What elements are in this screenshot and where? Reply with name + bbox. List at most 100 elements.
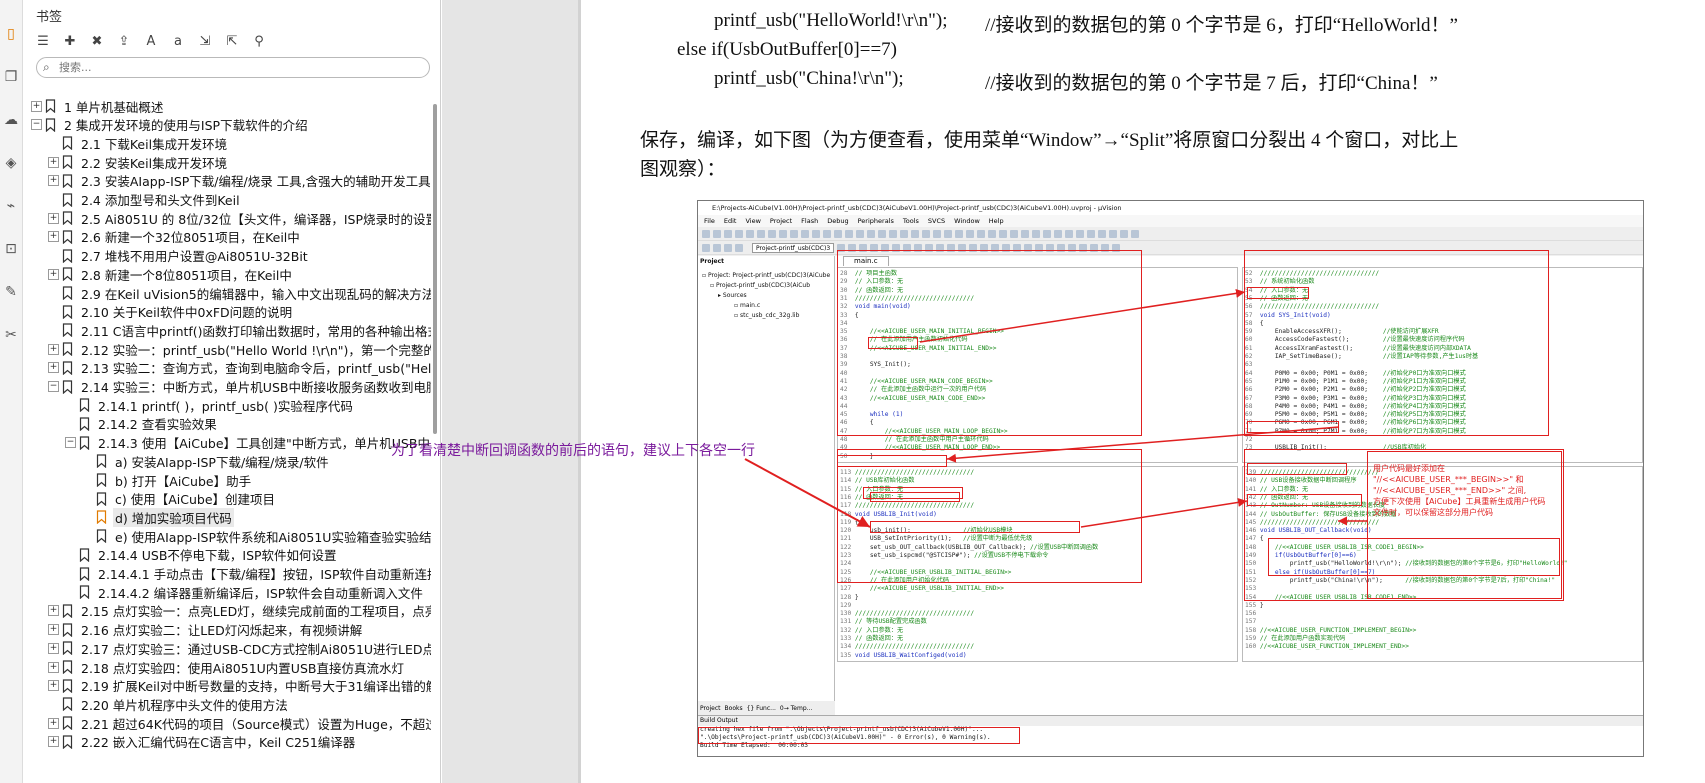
bookmark-label: 2.14.4.1 手动点击【下载/编程】按钮，ISP软件自动重新连接 (98, 567, 431, 582)
expand-icon[interactable]: ⇲ (195, 31, 215, 51)
bookmark-item[interactable]: − 2.14.3 使用【AiCube】工具创建"中断方式，单片机USB中断接收" (23, 433, 431, 453)
bookmark-icon (62, 248, 73, 263)
bookmark-icon (79, 548, 90, 562)
annotation-arrows (744, 288, 1367, 528)
layers-icon[interactable]: ◈ (2, 154, 20, 172)
bookmark-item[interactable]: +2.6 新建一个32位8051项目，在Keil中 (23, 227, 431, 247)
bookmark-item[interactable]: − 2.14 实验三：中断方式，单片机USB中断接收服务函数收到电脑命令 (23, 377, 431, 397)
expand-toggle-icon[interactable]: + (48, 736, 59, 748)
bookmark-item[interactable]: +2.8 新建一个8位8051项目，在Keil中 (23, 264, 431, 284)
bookmark-icon (62, 641, 73, 656)
paragraph: 图观察）： (640, 159, 726, 180)
search-input[interactable] (59, 59, 419, 76)
bookmark-item[interactable]: +2.16 点灯实验二：让LED灯闪烁起来，有视频讲解 (23, 620, 431, 640)
expand-toggle-icon[interactable]: + (48, 642, 59, 654)
bookmark-item[interactable]: +1 单片机基础概述 (23, 96, 431, 116)
bookmark-icon (45, 99, 56, 113)
bookmark-item[interactable]: 2.14.4.2 编译器重新编译后，ISP软件会自动重新调入文件 (23, 582, 431, 602)
bookmark-item[interactable]: 2.7 堆栈不用用户设置@Ai8051U-32Bit (23, 246, 431, 266)
signature-icon[interactable]: ✎ (2, 283, 20, 301)
collapse-toggle-icon[interactable]: − (65, 437, 76, 449)
page-gutter (442, 0, 578, 783)
bookmark-icon (96, 454, 107, 469)
bookmark-item[interactable]: 2.1 下载Keil集成开发环境 (23, 133, 431, 153)
collapse-toggle-icon[interactable]: − (31, 119, 42, 131)
lock-icon[interactable]: ⊡ (2, 240, 20, 258)
pages-icon[interactable]: ❐ (2, 68, 20, 86)
bookmark-icon (62, 679, 73, 693)
bookmark-icon (62, 211, 73, 226)
expand-toggle-icon[interactable]: + (48, 231, 59, 243)
expand-toggle-icon[interactable]: + (48, 212, 59, 224)
delete-bookmark-icon[interactable]: ✖ (87, 31, 107, 51)
bookmark-item[interactable]: 2.14.4 USB不停电下载，ISP软件如何设置 (23, 545, 431, 565)
bookmark-item[interactable]: 2.20 单片机程序中头文件的使用方法 (23, 694, 431, 714)
bookmark-label: 2.6 新建一个32位8051项目，在Keil中 (81, 230, 300, 246)
bookmark-label: 2.9 在Keil uVision5的编辑器中，输入中文出现乱码的解决方法 (81, 286, 431, 302)
bookmark-panel: 书签 ☰ ✚ ✖ ⇪ Aa ⇲ ⇱ ⚲ ⌕ +1 单片机基础概述 − 2 集成开发环境的使用与IS… (23, 0, 441, 783)
bookmark-item[interactable]: 2.9 在Keil uVision5的编辑器中，输入中文出现乱码的解决方法 (23, 283, 431, 303)
font-smaller-icon[interactable]: a (168, 31, 188, 51)
bookmark-item[interactable]: 2.14.2 查看实验效果 (23, 414, 431, 434)
collapse-toggle-icon[interactable]: − (48, 381, 59, 392)
bookmark-label: 2.16 点灯实验二：让LED灯闪烁起来，有视频讲解 (81, 623, 363, 639)
expand-toggle-icon[interactable]: + (48, 343, 59, 355)
bookmark-item[interactable]: +2.22 嵌入汇编代码在C语言中，Keil C251编译器 (23, 732, 431, 752)
bookmark-item[interactable]: c) 使用【AiCube】创建项目 (23, 489, 431, 509)
add-bookmark-icon[interactable]: ✚ (60, 31, 80, 51)
bookmark-label: 2.2 安装Keil集成开发环境 (81, 155, 228, 171)
expand-toggle-icon[interactable]: + (48, 362, 59, 374)
bookmark-item[interactable]: +2.5 Ai8051U 的 8位/32位【头文件，编译器，ISP烧录时的设置】 (23, 208, 431, 228)
expand-toggle-icon[interactable]: + (48, 175, 59, 187)
bookmark-item[interactable]: +2.21 超过64K代码的项目（Source模式）设置为Huge，不超过64K (23, 713, 431, 733)
bookmark-icon[interactable]: ▯ (2, 25, 20, 43)
bookmark-item[interactable]: b) 打开【AiCube】助手 (23, 470, 431, 490)
expand-toggle-icon[interactable]: + (48, 605, 59, 617)
bookmark-icon (62, 716, 73, 731)
font-larger-icon[interactable]: A (141, 31, 161, 51)
tools-icon[interactable]: ✂ (2, 326, 20, 344)
bookmark-item[interactable]: +2.15 点灯实验一：点亮LED灯，继续完成前面的工程项目，点亮LED (23, 601, 431, 621)
bookmark-label: 2.1 下载Keil集成开发环境 (81, 136, 228, 152)
bookmark-from-icon[interactable]: ⇪ (114, 31, 134, 51)
bookmark-item[interactable]: +2.17 点灯实验三：通过USB-CDC方式控制Ai8051U进行LED点灯 (23, 638, 431, 658)
expand-toggle-icon[interactable]: + (48, 680, 59, 692)
expand-toggle-icon[interactable]: + (48, 156, 59, 168)
menu-icon[interactable]: ☰ (33, 31, 53, 51)
bookmark-item[interactable]: − 2 集成开发环境的使用与ISP下载软件的介绍 (23, 115, 431, 135)
find-bookmark-icon[interactable]: ⚲ (249, 31, 269, 51)
bookmark-item[interactable]: d) 增加实验项目代码 (23, 507, 431, 527)
bookmark-item[interactable]: 2.14.1 printf( )，printf_usb( )实验程序代码 (23, 395, 431, 415)
comment-icon[interactable]: ☁ (2, 111, 20, 129)
expand-toggle-icon[interactable]: + (31, 100, 42, 112)
code-line: printf_usb("China!\r\n"); (714, 68, 904, 89)
search-box[interactable]: ⌕ (36, 57, 430, 78)
bookmark-icon (62, 286, 73, 300)
bookmark-item[interactable]: 2.10 关于Keil软件中0xFD问题的说明 (23, 302, 431, 322)
bookmark-icon (62, 174, 73, 188)
bookmark-item[interactable]: +2.12 实验一：printf_usb("Hello World !\r\n"… (23, 339, 431, 359)
bookmark-item[interactable]: a) 安装AIapp-ISP下载/编程/烧录/软件 (23, 451, 431, 471)
bookmark-item[interactable]: +2.3 安装AIapp-ISP下载/编程/烧录 工具,含强大的辅助开发工具 (23, 171, 431, 191)
bookmark-item[interactable]: +2.13 实验二：查询方式，查询到电脑命令后，printf_usb("Hell… (23, 358, 431, 378)
bookmark-item[interactable]: e) 使用AIapp-ISP软件系统和Ai8051U实验箱查验实验结果 (23, 526, 431, 546)
bookmark-item[interactable]: +2.2 安装Keil集成开发环境 (23, 152, 431, 172)
bookmark-label: 2.7 堆栈不用用户设置@Ai8051U-32Bit (81, 249, 308, 265)
expand-toggle-icon[interactable]: + (48, 624, 59, 636)
bookmark-item[interactable]: 2.11 C语言中printf()函数打印输出数据时，常用的各种输出格式 (23, 320, 431, 340)
tree-scrollbar[interactable] (433, 104, 437, 434)
bookmark-item[interactable]: 2.4 添加型号和头文件到Keil (23, 190, 431, 210)
expand-toggle-icon[interactable]: + (48, 717, 59, 729)
collapse-icon[interactable]: ⇱ (222, 31, 242, 51)
bookmark-item[interactable]: +2.18 点灯实验四：使用Ai8051U内置USB直接仿真流水灯 (23, 657, 431, 677)
bookmark-label: 2.22 嵌入汇编代码在C语言中，Keil C251编译器 (81, 735, 356, 751)
bookmark-icon (62, 342, 73, 357)
expand-toggle-icon[interactable]: + (48, 661, 59, 673)
expand-toggle-icon[interactable]: + (48, 268, 59, 280)
attachment-icon[interactable]: ⌁ (2, 197, 20, 215)
bookmark-item[interactable]: 2.14.4.1 手动点击【下载/编程】按钮，ISP软件自动重新连接 (23, 564, 431, 584)
bookmark-item[interactable]: +2.19 扩展Keil对中断号数量的支持，中断号大于31编译出错的解决 (23, 676, 431, 696)
